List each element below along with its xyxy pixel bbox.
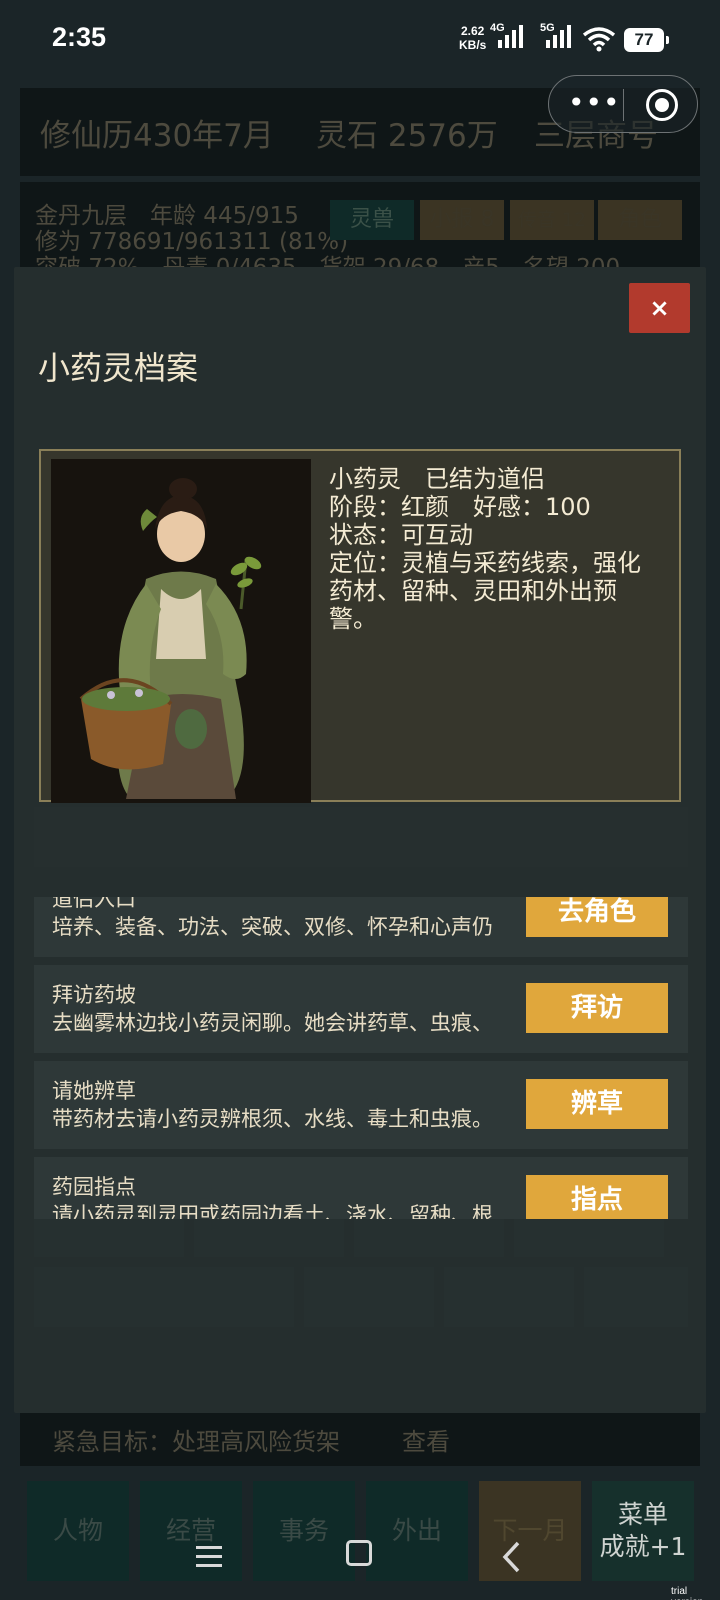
profile-info: 小药灵 已结为道侣 阶段：红颜 好感：100 状态：可互动 定位：灵植与采药线索… bbox=[329, 465, 659, 633]
action-item-garden-advice: 药园指点 请小药灵到灵田或药园边看土、浇水、留种、根 指点 bbox=[34, 1157, 688, 1219]
status-bar: 2:35 2.62 KB/s 4G 5G 77 bbox=[0, 0, 720, 82]
urgent-goal-label: 紧急目标：处理高风险货架 bbox=[52, 1428, 340, 1456]
tag-news[interactable]: 小报 8 bbox=[420, 200, 504, 240]
profile-name-status: 小药灵 已结为道侣 bbox=[329, 465, 545, 493]
character-portrait bbox=[51, 459, 311, 803]
tag-character[interactable]: 角色 bbox=[598, 200, 682, 240]
nav-menu[interactable]: 菜单 成就+1 bbox=[592, 1481, 694, 1581]
cellular-signal-5g-icon bbox=[546, 25, 571, 48]
go-character-button[interactable]: 去角色 bbox=[526, 897, 668, 937]
action-title: 药园指点 bbox=[52, 1175, 136, 1199]
action-desc: 去幽雾林边找小药灵闲聊。她会讲药草、虫痕、 bbox=[52, 1011, 493, 1035]
capsule-divider bbox=[623, 89, 624, 121]
herb-girl-illustration bbox=[51, 459, 311, 803]
bottom-nav: 人物 经营 事务 外出 下一月 菜单 成就+1 bbox=[0, 1478, 720, 1600]
tag-messages[interactable]: 传音 12 bbox=[510, 200, 594, 240]
action-desc: 请小药灵到灵田或药园边看土、浇水、留种、根 bbox=[52, 1203, 493, 1219]
visit-button[interactable]: 拜访 bbox=[526, 983, 668, 1033]
list-placeholder-cell bbox=[164, 1267, 294, 1327]
calendar-date: 修仙历430年7月 bbox=[40, 118, 274, 154]
net-speed: 2.62 KB/s bbox=[459, 24, 486, 52]
modal-title: 小药灵档案 bbox=[38, 349, 199, 387]
trial-watermark: trial version bbox=[671, 1586, 703, 1600]
spirit-stones: 灵石 2576万 bbox=[316, 118, 498, 154]
action-title: 请她辨草 bbox=[52, 1079, 136, 1103]
nav-travel[interactable]: 外出 bbox=[366, 1481, 468, 1581]
menu-icon[interactable] bbox=[194, 1544, 224, 1570]
action-desc: 培养、装备、功法、突破、双修、怀孕和心声仍 bbox=[52, 915, 493, 939]
action-item-companion: 道侣入口 培养、装备、功法、突破、双修、怀孕和心声仍 去角色 bbox=[34, 897, 688, 957]
status-time: 2:35 bbox=[52, 22, 107, 52]
nav-business[interactable]: 经营 bbox=[140, 1481, 242, 1581]
close-miniprogram-icon[interactable] bbox=[646, 89, 678, 121]
more-icon[interactable]: ••• bbox=[568, 88, 621, 118]
list-placeholder-cell bbox=[34, 1267, 164, 1327]
home-icon[interactable] bbox=[346, 1540, 372, 1566]
list-placeholder-cell bbox=[304, 1267, 434, 1327]
net-speed-value: 2.62 bbox=[460, 24, 485, 38]
profile-card: 小药灵 已结为道侣 阶段：红颜 好感：100 状态：可互动 定位：灵植与采药线索… bbox=[39, 449, 681, 803]
wifi-icon bbox=[582, 27, 616, 52]
list-placeholder-cell bbox=[584, 1267, 688, 1327]
urgent-goal-link[interactable]: 查看 bbox=[402, 1422, 450, 1457]
list-placeholder-row bbox=[34, 807, 688, 867]
profile-modal: × 小药灵档案 小药灵 已结为道侣 阶段：红颜 好感：100 状态：可互动 定位… bbox=[14, 267, 706, 1413]
nav-affairs[interactable]: 事务 bbox=[253, 1481, 355, 1581]
profile-stage-affection: 阶段：红颜 好感：100 bbox=[329, 493, 591, 521]
profile-role: 定位：灵植与采药线索，强化药材、留种、灵田和外出预警。 bbox=[329, 549, 641, 633]
nav-menu-label: 菜单 bbox=[617, 1500, 668, 1529]
action-desc: 带药材去请小药灵辨根须、水线、毒土和虫痕。 bbox=[52, 1107, 493, 1131]
nav-character[interactable]: 人物 bbox=[27, 1481, 129, 1581]
cellular-signal-icon bbox=[498, 25, 523, 48]
back-icon[interactable] bbox=[500, 1540, 524, 1574]
urgent-goal-bar[interactable]: 紧急目标：处理高风险货架 查看 bbox=[20, 1408, 700, 1466]
identify-herb-button[interactable]: 辨草 bbox=[526, 1079, 668, 1129]
miniprogram-capsule[interactable]: ••• bbox=[548, 75, 698, 133]
action-item-identify-herb: 请她辨草 带药材去请小药灵辨根须、水线、毒土和虫痕。 辨草 bbox=[34, 1061, 688, 1149]
net-speed-unit: KB/s bbox=[459, 38, 487, 52]
nav-achievement-label: 成就+1 bbox=[599, 1532, 687, 1561]
action-title: 拜访药坡 bbox=[52, 983, 136, 1007]
nav-next-month[interactable]: 下一月 bbox=[479, 1481, 581, 1581]
list-placeholder-cell bbox=[444, 1267, 574, 1327]
profile-state: 状态：可互动 bbox=[329, 521, 473, 549]
battery-indicator: 77 bbox=[624, 28, 669, 52]
garden-advice-button[interactable]: 指点 bbox=[526, 1175, 668, 1219]
action-list[interactable]: 道侣入口 培养、装备、功法、突破、双修、怀孕和心声仍 去角色 拜访药坡 去幽雾林… bbox=[14, 897, 706, 1219]
close-button[interactable]: × bbox=[629, 283, 690, 333]
tag-spirit-beast[interactable]: 灵兽 bbox=[330, 200, 414, 240]
action-item-visit: 拜访药坡 去幽雾林边找小药灵闲聊。她会讲药草、虫痕、 拜访 bbox=[34, 965, 688, 1053]
